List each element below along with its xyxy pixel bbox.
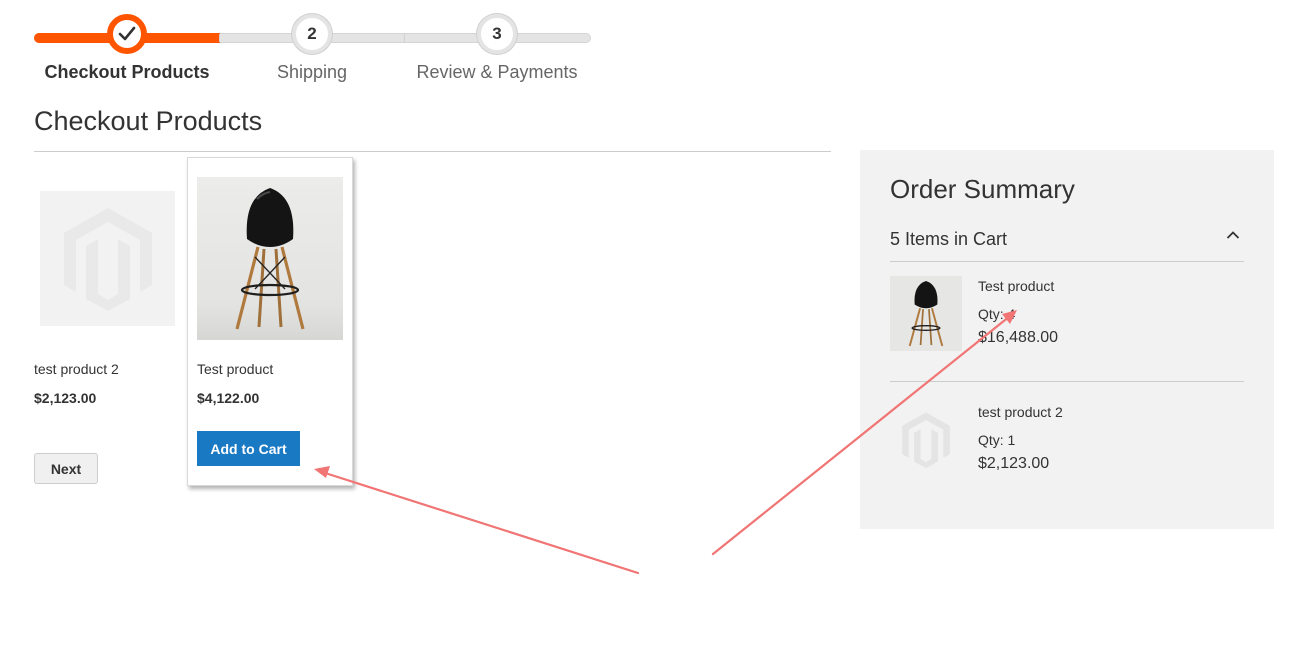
black-chair-photo xyxy=(890,276,962,351)
summary-item-name: Test product xyxy=(978,278,1055,294)
product-price: $2,123.00 xyxy=(34,390,97,406)
summary-item-name: test product 2 xyxy=(978,404,1063,420)
product-price: $4,122.00 xyxy=(197,390,260,406)
summary-item-price: $16,488.00 xyxy=(978,329,1059,346)
step-2-number: 2 xyxy=(307,24,317,43)
step-1-label: Checkout Products xyxy=(44,62,210,82)
product-name-link[interactable]: Test product xyxy=(197,361,273,377)
black-chair-photo xyxy=(197,177,343,340)
summary-item-price: $2,123.00 xyxy=(978,455,1050,472)
chevron-up-icon xyxy=(1226,231,1240,239)
summary-item-qty: Qty: 4 xyxy=(978,306,1016,322)
summary-item-thumbnail xyxy=(890,402,962,477)
checkmark-icon xyxy=(118,26,136,41)
order-summary-panel: Order Summary 5 Items in Cart Test produ… xyxy=(860,150,1274,529)
progress-separator xyxy=(219,34,220,42)
step-2-label: Shipping xyxy=(276,62,348,82)
order-summary-title: Order Summary xyxy=(890,174,1075,204)
summary-item-thumbnail xyxy=(890,276,962,351)
summary-item: test product 2 Qty: 1 $2,123.00 xyxy=(890,402,1244,492)
summary-item-divider xyxy=(890,381,1244,382)
items-in-cart-toggle[interactable]: 5 Items in Cart xyxy=(890,226,1244,262)
summary-item-qty: Qty: 1 xyxy=(978,432,1016,448)
step-3-number: 3 xyxy=(492,24,502,43)
step-2-circle: 2 xyxy=(292,14,332,54)
product-image-placeholder[interactable] xyxy=(40,191,175,326)
checkout-progress-bar: 2 3 Checkout Products Shipping Review & … xyxy=(34,12,594,87)
items-in-cart-label: 5 Items in Cart xyxy=(890,229,1008,249)
annotation-arrow-to-add-to-cart xyxy=(320,470,640,575)
next-button[interactable]: Next xyxy=(34,453,98,484)
product-image-chair[interactable] xyxy=(197,177,343,340)
title-divider xyxy=(34,151,831,152)
product-name-link[interactable]: test product 2 xyxy=(34,361,119,377)
progress-separator xyxy=(404,34,405,42)
step-3-label: Review & Payments xyxy=(416,62,578,82)
step-3-circle: 3 xyxy=(477,14,517,54)
summary-item: Test product Qty: 4 $16,488.00 xyxy=(890,276,1244,366)
page-title: Checkout Products xyxy=(34,106,263,136)
magento-placeholder-icon xyxy=(902,411,950,468)
step-1-complete-circle xyxy=(107,14,147,54)
add-to-cart-button[interactable]: Add to Cart xyxy=(197,431,300,466)
magento-placeholder-icon xyxy=(63,207,152,311)
